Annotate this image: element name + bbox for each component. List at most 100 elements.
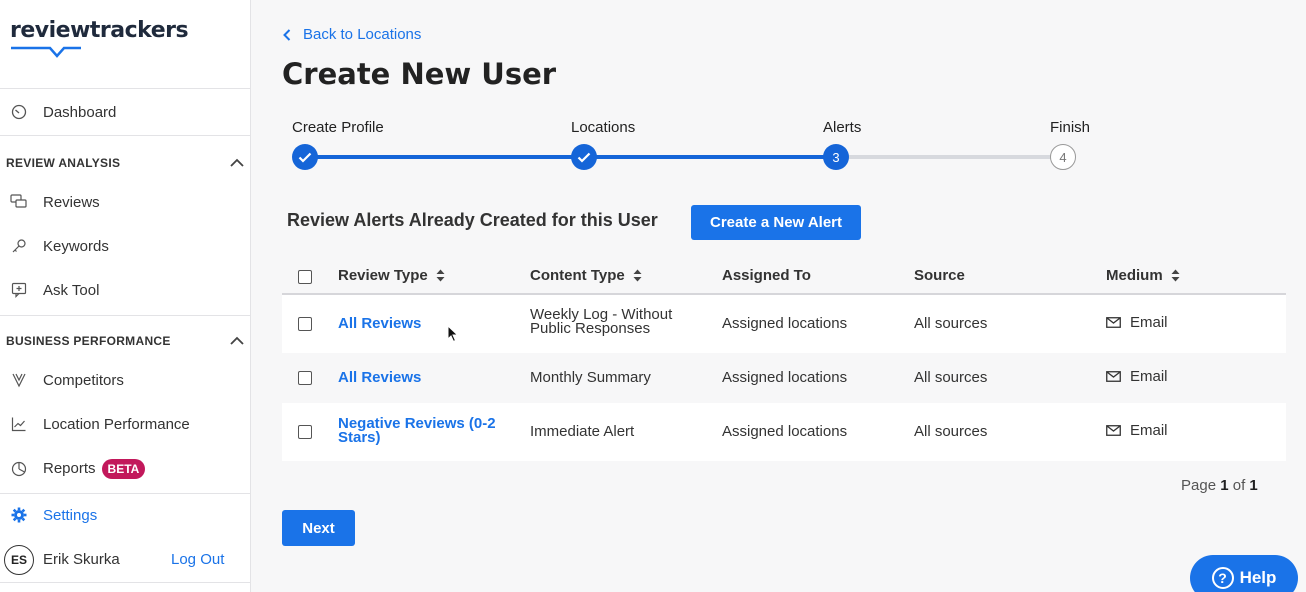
sidebar-item-label: Reports — [43, 459, 96, 477]
sort-icon — [633, 269, 642, 282]
column-header-review-type[interactable]: Review Type — [338, 267, 445, 284]
brand-logo[interactable]: reviewtrackers — [10, 18, 210, 68]
content-type-cell: Monthly Summary — [530, 369, 651, 386]
ask-tool-icon — [10, 281, 28, 299]
sidebar: reviewtrackers Dashboard REVIEW ANALYSIS… — [0, 0, 251, 592]
column-header-label: Medium — [1106, 267, 1163, 284]
medium-label: Email — [1130, 422, 1168, 439]
source-cell: All sources — [914, 315, 988, 332]
question-icon: ? — [1211, 567, 1234, 589]
sort-icon — [436, 269, 445, 282]
step-alerts: 3 — [823, 144, 849, 170]
sidebar-item-label: Settings — [43, 506, 98, 524]
sidebar-item-reports[interactable]: Reports BETA — [0, 454, 250, 484]
assigned-to-cell: Assigned locations — [722, 369, 848, 386]
sidebar-divider — [0, 582, 250, 583]
gear-icon — [10, 506, 28, 524]
step-label-locations: Locations — [571, 119, 636, 136]
assigned-to-cell: Assigned locations — [722, 423, 848, 440]
column-header-content-type[interactable]: Content Type — [530, 267, 642, 284]
table-header: Review Type Content Type Assigned To Sou… — [282, 257, 1286, 295]
sidebar-divider — [0, 135, 250, 136]
content-type-line: Public Responses — [530, 320, 651, 337]
content-type-cell: Weekly Log - Without Public Responses — [530, 307, 672, 337]
medium-cell: Email — [1106, 422, 1168, 439]
sidebar-item-location-performance[interactable]: Location Performance — [0, 409, 250, 439]
check-icon — [577, 152, 591, 163]
stepper-remaining-line — [836, 155, 1063, 159]
column-header-assigned-to: Assigned To — [722, 267, 811, 284]
email-icon — [1106, 425, 1121, 436]
row-checkbox[interactable] — [298, 317, 312, 331]
row-checkbox[interactable] — [298, 425, 312, 439]
chart-line-icon — [10, 415, 28, 433]
sidebar-item-label: Keywords — [43, 237, 109, 255]
alerts-heading: Review Alerts Already Created for this U… — [287, 210, 658, 230]
avatar[interactable]: ES — [4, 545, 34, 575]
help-button[interactable]: ? Help — [1190, 555, 1298, 592]
section-label: REVIEW ANALYSIS — [6, 156, 121, 170]
table-row: All Reviews Monthly Summary Assigned loc… — [282, 353, 1286, 403]
logo-speech-tail-icon — [11, 46, 81, 58]
step-label-finish: Finish — [1050, 119, 1091, 136]
create-new-alert-button[interactable]: Create a New Alert — [691, 205, 861, 240]
sidebar-item-keywords[interactable]: Keywords — [0, 231, 250, 261]
step-finish: 4 — [1050, 144, 1076, 170]
column-header-medium[interactable]: Medium — [1106, 267, 1180, 284]
page-title: Create New User — [282, 57, 557, 91]
step-locations[interactable] — [571, 144, 597, 170]
key-icon — [10, 237, 28, 255]
sidebar-item-dashboard[interactable]: Dashboard — [0, 97, 250, 127]
pager-of: of — [1232, 477, 1246, 494]
reports-pie-icon — [10, 460, 28, 478]
step-label-alerts: Alerts — [823, 119, 862, 136]
table-row: All Reviews Weekly Log - Without Public … — [282, 295, 1286, 353]
medium-cell: Email — [1106, 368, 1168, 385]
email-icon — [1106, 317, 1121, 328]
section-business-performance[interactable]: BUSINESS PERFORMANCE — [6, 331, 244, 351]
pager-total: 1 — [1249, 477, 1258, 494]
sidebar-item-label: Location Performance — [43, 415, 190, 433]
row-checkbox[interactable] — [298, 371, 312, 385]
review-type-link[interactable]: Negative Reviews (0-2 Stars) — [338, 416, 496, 446]
sidebar-divider — [0, 88, 250, 89]
content-type-cell: Immediate Alert — [530, 423, 635, 440]
section-label: BUSINESS PERFORMANCE — [6, 334, 171, 348]
review-type-link[interactable]: All Reviews — [338, 315, 421, 332]
sidebar-item-label: Competitors — [43, 371, 124, 389]
sidebar-item-reviews[interactable]: Reviews — [0, 187, 250, 217]
chevron-up-icon — [230, 158, 244, 167]
alerts-table: Review Type Content Type Assigned To Sou… — [282, 257, 1286, 461]
column-header-source: Source — [914, 267, 965, 284]
review-type-link[interactable]: All Reviews — [338, 369, 421, 386]
step-label-create-profile: Create Profile — [292, 119, 384, 136]
chevron-left-icon — [283, 28, 291, 41]
assigned-to-cell: Assigned locations — [722, 315, 848, 332]
section-review-analysis[interactable]: REVIEW ANALYSIS — [6, 153, 244, 173]
sidebar-item-competitors[interactable]: Competitors — [0, 365, 250, 395]
back-link-label: Back to Locations — [303, 26, 422, 43]
next-button[interactable]: Next — [282, 510, 355, 546]
help-label: Help — [1239, 568, 1277, 587]
step-create-profile[interactable] — [292, 144, 318, 170]
source-cell: All sources — [914, 423, 988, 440]
column-header-label: Review Type — [338, 267, 428, 284]
sidebar-item-label: Ask Tool — [43, 281, 100, 299]
competitors-icon — [10, 371, 28, 389]
select-all-checkbox[interactable] — [298, 270, 312, 284]
reviews-chat-icon — [10, 193, 28, 211]
review-type-line: Stars) — [338, 429, 381, 446]
pagination-info: Page 1 of 1 — [1181, 477, 1258, 494]
dashboard-gauge-icon — [10, 103, 28, 121]
back-to-locations-link[interactable]: Back to Locations — [283, 26, 421, 43]
logout-link[interactable]: Log Out — [171, 551, 224, 568]
sidebar-item-settings[interactable]: Settings — [0, 500, 250, 530]
sidebar-item-label: Reviews — [43, 193, 100, 211]
pager-current: 1 — [1220, 477, 1229, 494]
sidebar-divider — [0, 315, 250, 316]
pager-prefix: Page — [1181, 477, 1217, 494]
sidebar-item-ask-tool[interactable]: Ask Tool — [0, 275, 250, 305]
medium-label: Email — [1130, 314, 1168, 331]
medium-label: Email — [1130, 368, 1168, 385]
medium-cell: Email — [1106, 314, 1168, 331]
